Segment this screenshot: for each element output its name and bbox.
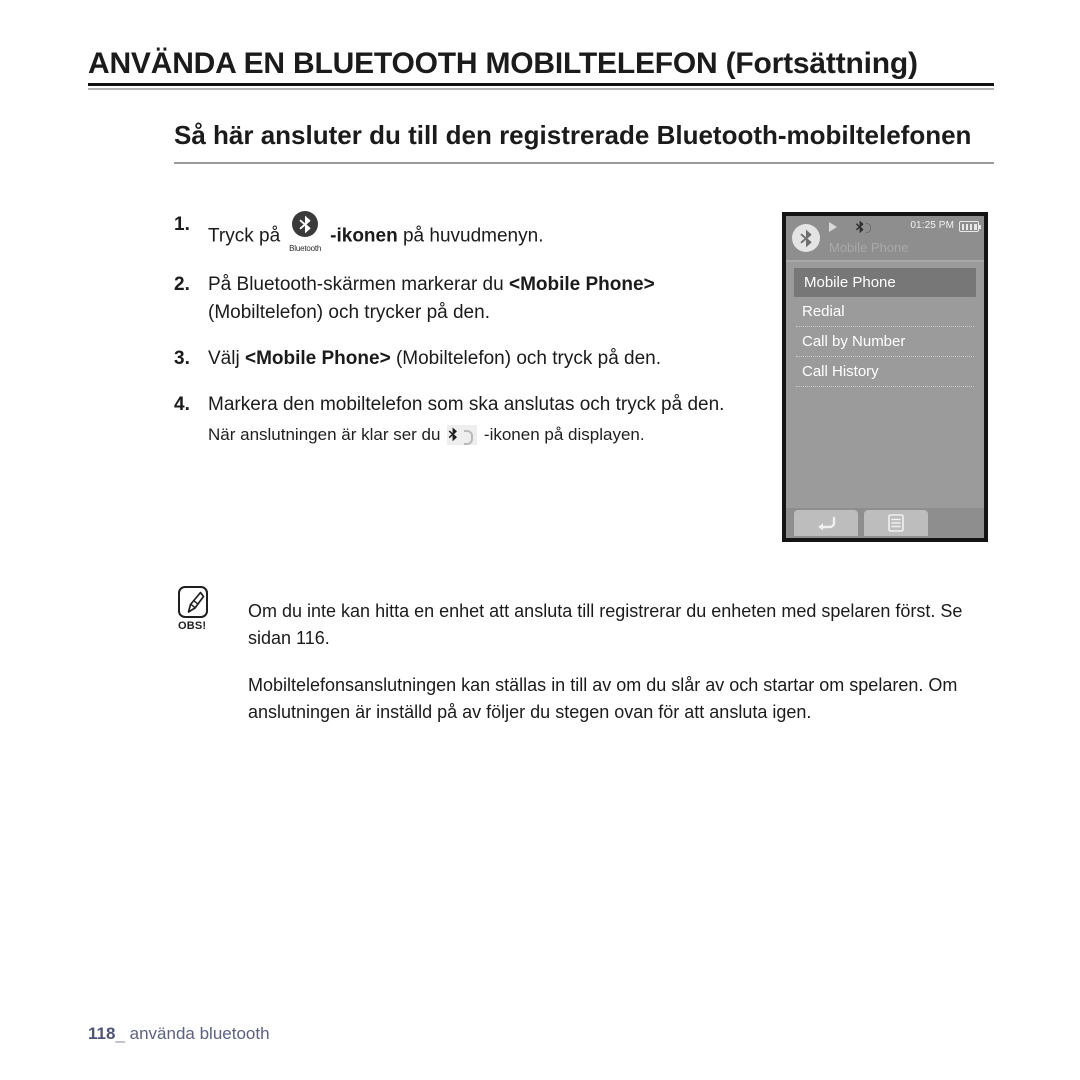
step-item: 1. Tryck på Bluetooth -ikonen på huvudmeny… [174, 211, 774, 253]
footer-section-label: använda bluetooth [129, 1024, 270, 1043]
step-text-pre: Välj [208, 347, 245, 369]
step-text-pre: Tryck på [208, 225, 281, 247]
device-menu-item-redial[interactable]: Redial [794, 297, 976, 326]
subtitle-block: Så här ansluter du till den registrerade… [174, 118, 994, 164]
play-icon [829, 222, 837, 232]
device-menu-item-call-history[interactable]: Call History [794, 357, 976, 386]
battery-cell [973, 223, 977, 230]
back-arrow-icon [818, 516, 836, 531]
section-subtitle: Så här ansluter du till den registrerade… [174, 120, 972, 150]
bluetooth-glyph [299, 215, 311, 233]
note-icon-label: OBS! [178, 620, 207, 632]
bluetooth-icon-caption: Bluetooth [289, 243, 322, 253]
bluetooth-glyph-circle [292, 211, 319, 237]
bluetooth-connected-glyph [448, 427, 458, 442]
menu-list-icon [888, 514, 904, 532]
step-text-bold: <Mobile Phone> [244, 347, 391, 369]
step-text: Markera den mobiltelefon som ska ansluta… [208, 391, 774, 419]
back-button[interactable] [794, 510, 858, 536]
step-text: Tryck på Bluetooth -ikonen på huvudmenyn. [208, 211, 774, 253]
title-rule-thin [88, 87, 994, 90]
device-titlebar: Mobile Phone [786, 224, 984, 262]
note-block: OBS! Om du inte kan hitta en enhet att a… [178, 586, 998, 726]
bluetooth-badge-glyph [799, 229, 812, 247]
step-item: 3. Välj <Mobile Phone> (Mobiltelefon) oc… [174, 345, 774, 373]
status-time: 01:25 PM [910, 220, 954, 231]
note-pen-icon [178, 586, 208, 618]
step-text-post: (Mobiltelefon) och tryck på den. [390, 347, 662, 369]
step-text: Välj <Mobile Phone> (Mobiltelefon) och t… [208, 345, 774, 373]
device-menu-list: Mobile Phone Redial Call by Number Call … [786, 262, 984, 387]
bluetooth-connected-status-icon [855, 220, 871, 234]
page-footer: 118_ använda bluetooth [88, 1024, 270, 1044]
footer-separator: _ [115, 1024, 125, 1043]
step-number: 4. [174, 393, 190, 415]
page-header: ANVÄNDA EN BLUETOOTH MOBILTELEFON (Forts… [88, 48, 994, 90]
substep-note: När anslutningen är klar ser du -ikonen … [208, 423, 774, 448]
battery-full-icon [959, 221, 981, 232]
bluetooth-connected-bracket [464, 430, 474, 446]
bluetooth-icon: Bluetooth [282, 211, 328, 253]
step-item: 4. Markera den mobiltelefon som ska ansl… [174, 391, 774, 419]
substep-text-pre: När anslutningen är klar ser du [208, 425, 446, 445]
bluetooth-status-glyph [855, 220, 864, 234]
page-title: ANVÄNDA EN BLUETOOTH MOBILTELEFON (Forts… [88, 47, 918, 80]
device-menu-separator [796, 386, 974, 387]
device-screenshot: 01:25 PM Mobile Phone Mobile Phone Redia… [782, 212, 988, 542]
battery-cell [961, 223, 965, 230]
note-paragraph: Mobiltelefonsanslutningen kan ställas in… [248, 675, 958, 722]
note-body: Om du inte kan hitta en enhet att anslut… [248, 586, 998, 726]
device-menu-item-call-by-number[interactable]: Call by Number [794, 327, 976, 356]
title-rule-thick [88, 82, 994, 86]
bluetooth-status-bracket [866, 223, 871, 233]
step-item: 2. På Bluetooth-skärmen markerar du <Mob… [174, 271, 774, 327]
battery-cell [965, 223, 969, 230]
device-screen-title: Mobile Phone [829, 240, 909, 255]
step-number: 3. [174, 347, 190, 369]
menu-button[interactable] [864, 510, 928, 536]
bluetooth-connected-icon [447, 425, 478, 446]
note-icon-wrap: OBS! [178, 586, 248, 632]
step-number: 1. [174, 214, 190, 235]
pen-nib-glyph [187, 591, 205, 613]
step-text-post: på huvudmenyn. [397, 225, 544, 247]
step-text-pre: På Bluetooth-skärmen markerar du [208, 273, 509, 295]
footer-page-number: 118 [88, 1024, 116, 1043]
substep-text-post: -ikonen på displayen. [479, 425, 645, 445]
device-menu-item-mobile-phone[interactable]: Mobile Phone [794, 268, 976, 297]
bluetooth-badge-icon [792, 224, 820, 252]
note-paragraph: Om du inte kan hitta en enhet att anslut… [248, 601, 963, 648]
step-text: På Bluetooth-skärmen markerar du <Mobile… [208, 271, 774, 327]
step-number: 2. [174, 273, 190, 295]
battery-cell [969, 223, 973, 230]
step-text-pre: Markera den mobiltelefon som ska ansluta… [208, 393, 725, 415]
subtitle-rule [174, 161, 994, 164]
step-text-post: (Mobiltelefon) och trycker på den. [208, 301, 490, 323]
instruction-steps: 1. Tryck på Bluetooth -ikonen på huvudmeny… [174, 211, 774, 448]
step-text-bold: -ikonen [330, 225, 398, 247]
device-bottombar [786, 508, 984, 538]
step-text-bold: <Mobile Phone> [508, 273, 655, 295]
